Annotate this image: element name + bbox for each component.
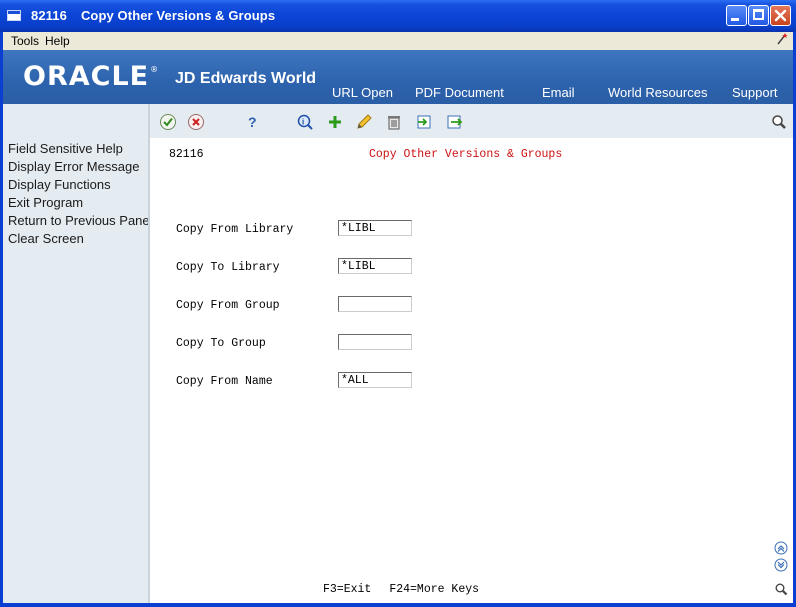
form-title: Copy Other Versions & Groups xyxy=(369,148,563,161)
window-bottom-border xyxy=(3,603,793,607)
search-icon[interactable] xyxy=(770,113,788,131)
close-icon xyxy=(774,9,787,22)
window-app-icon xyxy=(7,10,21,21)
help-question-icon[interactable]: ? xyxy=(243,113,261,131)
f3-exit-key[interactable]: F3=Exit xyxy=(323,583,371,596)
wand-icon[interactable] xyxy=(776,32,788,49)
label-copy-to-library: Copy To Library xyxy=(176,261,280,274)
copy-from-group-field[interactable] xyxy=(338,296,412,312)
copy-from-name-field[interactable]: *ALL xyxy=(338,372,412,388)
form-area: ? i 82116 Copy Other Versions & Groups C… xyxy=(150,104,793,603)
link-email[interactable]: Email xyxy=(542,85,575,100)
svg-text:?: ? xyxy=(248,114,257,130)
function-keys-footer: F3=Exit F24=More Keys xyxy=(323,583,497,596)
menu-help[interactable]: Help xyxy=(45,34,70,48)
toolbar: ? i xyxy=(150,104,793,138)
maximize-button[interactable] xyxy=(748,5,769,26)
edit-pencil-icon[interactable] xyxy=(355,113,373,131)
copy-from-library-field[interactable]: *LIBL xyxy=(338,220,412,236)
sidebar-item-display-error-message[interactable]: Display Error Message xyxy=(8,159,140,174)
label-copy-from-group: Copy From Group xyxy=(176,299,280,312)
label-copy-from-library: Copy From Library xyxy=(176,223,294,236)
window-program-id: 82116 xyxy=(31,8,67,23)
minimize-button[interactable] xyxy=(726,5,747,26)
sidebar-item-return-to-previous-panel[interactable]: Return to Previous Panel xyxy=(8,213,148,228)
oracle-banner: ORACLE® JD Edwards World URL Open PDF Do… xyxy=(3,50,793,104)
product-name: JD Edwards World xyxy=(175,70,317,87)
form-program-id: 82116 xyxy=(169,148,204,161)
window-title: 82116 Copy Other Versions & Groups xyxy=(31,8,289,23)
copy-to-library-field[interactable]: *LIBL xyxy=(338,258,412,274)
title-bar: 82116 Copy Other Versions & Groups xyxy=(0,0,796,32)
window-title-text: Copy Other Versions & Groups xyxy=(80,8,276,23)
copy-in-icon[interactable] xyxy=(415,113,433,131)
add-plus-icon[interactable] xyxy=(326,113,344,131)
svg-text:i: i xyxy=(302,118,304,127)
label-copy-to-group: Copy To Group xyxy=(176,337,266,350)
delete-trash-icon[interactable] xyxy=(385,113,403,131)
copy-to-group-field[interactable] xyxy=(338,334,412,350)
ok-check-icon[interactable] xyxy=(159,113,177,131)
link-url-open[interactable]: URL Open xyxy=(332,85,393,100)
function-sidebar: Field Sensitive Help Display Error Messa… xyxy=(3,104,148,603)
f24-more-keys[interactable]: F24=More Keys xyxy=(389,583,479,596)
link-world-resources[interactable]: World Resources xyxy=(608,85,707,100)
zoom-icon[interactable] xyxy=(774,582,788,596)
scroll-down-icon[interactable] xyxy=(774,558,788,572)
label-copy-from-name: Copy From Name xyxy=(176,375,273,388)
scroll-up-icon[interactable] xyxy=(774,541,788,555)
menu-bar: Tools Help xyxy=(3,32,793,50)
cancel-x-icon[interactable] xyxy=(187,113,205,131)
sidebar-item-display-functions[interactable]: Display Functions xyxy=(8,177,111,192)
copy-out-icon[interactable] xyxy=(445,113,463,131)
close-button[interactable] xyxy=(770,5,791,26)
application-window: 82116 Copy Other Versions & Groups Tools … xyxy=(0,0,796,607)
link-support[interactable]: Support xyxy=(732,85,778,100)
link-pdf-document[interactable]: PDF Document xyxy=(415,85,504,100)
sidebar-item-field-sensitive-help[interactable]: Field Sensitive Help xyxy=(8,141,123,156)
sidebar-item-clear-screen[interactable]: Clear Screen xyxy=(8,231,84,246)
oracle-logo: ORACLE® xyxy=(23,61,160,92)
menu-tools[interactable]: Tools xyxy=(11,34,39,48)
inquire-icon[interactable]: i xyxy=(296,113,314,131)
sidebar-item-exit-program[interactable]: Exit Program xyxy=(8,195,83,210)
oracle-logo-text: ORACLE xyxy=(23,61,150,92)
